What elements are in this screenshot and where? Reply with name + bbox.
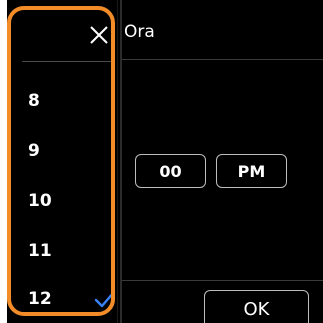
ampm-selector[interactable]: PM	[216, 154, 287, 188]
ok-button[interactable]: OK	[204, 290, 309, 323]
close-icon[interactable]	[88, 24, 110, 46]
checkmark-icon	[94, 290, 116, 308]
hour-option-9[interactable]: 9	[22, 136, 114, 166]
hour-dropdown-panel: 8 9 10 11 12	[8, 0, 118, 323]
hour-option-label: 12	[28, 289, 52, 309]
hour-option-11[interactable]: 11	[22, 236, 114, 266]
footer-divider	[122, 280, 323, 281]
title-divider	[122, 59, 323, 60]
panel-divider	[22, 61, 114, 62]
time-picker-screen: Ora 00 PM OK 8 9 10 11 12	[7, 0, 323, 323]
hour-option-12[interactable]: 12	[22, 284, 116, 314]
hour-option-label: 10	[28, 191, 52, 211]
hour-option-label: 9	[28, 141, 40, 161]
hour-option-10[interactable]: 10	[22, 186, 114, 216]
hour-option-8[interactable]: 8	[22, 86, 114, 116]
panel-scroll-track	[120, 0, 122, 323]
hour-option-label: 11	[28, 241, 52, 261]
minutes-selector[interactable]: 00	[135, 154, 206, 188]
hour-option-label: 8	[28, 91, 40, 111]
dialog-title: Ora	[124, 22, 155, 42]
